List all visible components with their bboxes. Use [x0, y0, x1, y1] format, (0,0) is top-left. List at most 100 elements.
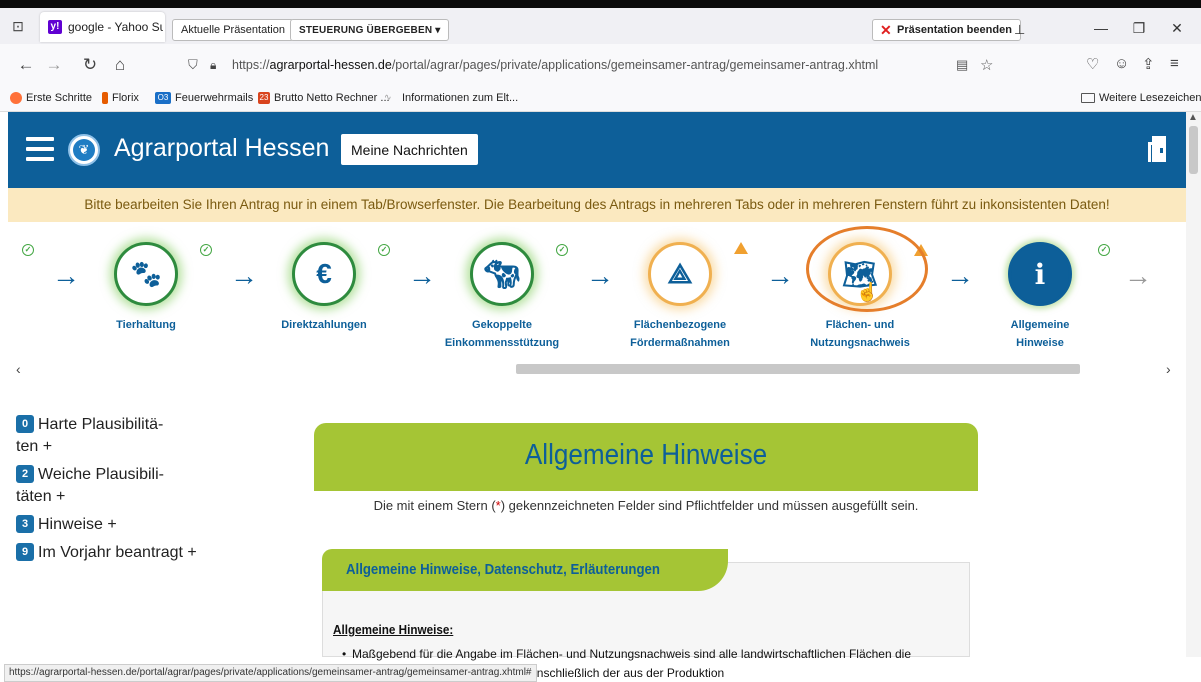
- sidebar-item-hinweise[interactable]: 3 Hinweise +: [16, 514, 246, 536]
- portal-header: ❦ Agrarportal Hessen Meine Nachrichten: [8, 112, 1186, 188]
- folder-icon: [1081, 93, 1095, 103]
- info-icon: i: [1034, 257, 1046, 291]
- tab-list-icon[interactable]: ⊡: [9, 17, 27, 35]
- paw-icon: 🐾︎: [128, 258, 164, 290]
- stepper-horizontal-scrollbar[interactable]: ‹ ›: [8, 358, 1186, 380]
- pin-icon[interactable]: ⊥: [1014, 22, 1025, 38]
- step-label-flaechen-nutzungsnachweis[interactable]: Flächen- und Nutzungsnachweis: [780, 316, 940, 352]
- step-arrow-icon: →: [52, 260, 80, 291]
- step-label-allgemeine-hinweise[interactable]: Allgemeine Hinweise: [960, 316, 1120, 352]
- portal-title[interactable]: Agrarportal Hessen: [114, 134, 329, 163]
- pocket-icon[interactable]: ♡: [1086, 55, 1099, 73]
- count-badge: 0: [16, 415, 34, 433]
- bookmark-florix[interactable]: Florix: [102, 92, 139, 104]
- sidebar-item-harte-plausibilitaeten[interactable]: 0 Harte Plausibilitä- ten +: [16, 414, 246, 458]
- my-messages-button[interactable]: Meine Nachrichten: [341, 134, 478, 165]
- step-direktzahlungen[interactable]: €: [292, 242, 356, 306]
- required-fields-note: Die mit einem Stern (*) gekennzeichneten…: [373, 498, 919, 513]
- scroll-right-icon[interactable]: ›: [1166, 361, 1171, 377]
- vertical-scroll-thumb[interactable]: [1189, 126, 1198, 174]
- menu-hamburger-icon[interactable]: [26, 137, 54, 161]
- calculator-icon: 23: [258, 92, 270, 104]
- reader-view-icon[interactable]: ▤: [956, 57, 968, 73]
- sidebar-item-vorjahr-beantragt[interactable]: 9 Im Vorjahr beantragt +: [16, 542, 246, 564]
- step-complete-check-icon: ✓: [378, 244, 390, 256]
- hamburger-menu-icon[interactable]: ≡: [1170, 55, 1179, 72]
- step-arrow-icon: →: [230, 260, 258, 291]
- count-badge: 3: [16, 515, 34, 533]
- bookmark-brutto-netto[interactable]: 23 Brutto Netto Rechner ...: [258, 92, 390, 104]
- step-complete-check-icon: ✓: [200, 244, 212, 256]
- end-presentation-button[interactable]: ✕ Präsentation beenden: [872, 19, 1021, 41]
- url-prefix: https://: [232, 58, 270, 72]
- sidebar-item-weiche-plausibilitaeten[interactable]: 2 Weiche Plausibili- täten +: [16, 464, 246, 508]
- back-arrow-icon[interactable]: ←: [16, 55, 36, 75]
- step-label-tierhaltung[interactable]: Tierhaltung: [66, 316, 226, 334]
- logout-door-icon[interactable]: [1148, 136, 1168, 162]
- step-arrow-icon: →: [766, 260, 794, 291]
- screen-top-border: [0, 0, 1201, 8]
- close-window-icon[interactable]: ✕: [1162, 20, 1192, 40]
- scroll-up-icon[interactable]: ▲: [1188, 112, 1198, 123]
- forward-arrow-icon[interactable]: →: [44, 55, 64, 75]
- bookmark-star-icon[interactable]: ☆: [980, 56, 993, 74]
- step-gekoppelte[interactable]: 🐄︎: [470, 242, 534, 306]
- url-host: agrarportal-hessen.de: [269, 58, 392, 72]
- count-badge: 2: [16, 465, 34, 483]
- account-icon[interactable]: ☺: [1114, 55, 1129, 72]
- section-header-tab[interactable]: Allgemeine Hinweise, Datenschutz, Erläut…: [322, 549, 728, 591]
- scroll-left-icon[interactable]: ‹: [16, 361, 21, 377]
- home-icon[interactable]: ⌂: [110, 55, 130, 75]
- section-subheading: Allgemeine Hinweise:: [333, 622, 454, 637]
- current-presentation-label[interactable]: Aktuelle Präsentation: [172, 19, 294, 41]
- cattle-icon: 🐄︎: [484, 258, 520, 290]
- url-path: /portal/agrar/pages/private/applications…: [391, 58, 879, 72]
- bookmark-informationen[interactable]: ∿ Informationen zum Elt...: [384, 92, 518, 104]
- euro-icon: €: [316, 258, 332, 289]
- hand-cursor-icon: ☝: [856, 282, 879, 302]
- tracking-shield-icon[interactable]: ⛉: [188, 57, 204, 73]
- firefox-icon: [10, 92, 22, 104]
- step-flaechenbezogene[interactable]: ⟁: [648, 242, 712, 306]
- close-x-icon: ✕: [880, 22, 892, 38]
- step-arrow-icon: →: [586, 260, 614, 291]
- info-wave-icon: ∿: [384, 92, 392, 102]
- step-arrow-icon: →: [408, 260, 436, 291]
- step-arrow-icon: →: [946, 260, 974, 291]
- bullet-item: Maßgebend für die Angabe im Flächen- und…: [342, 644, 964, 664]
- link-status-bar: https://agrarportal-hessen.de/portal/agr…: [4, 664, 537, 682]
- step-label-gekoppelte[interactable]: Gekoppelte Einkommensstützung: [422, 316, 582, 352]
- step-allgemeine-hinweise[interactable]: i: [1008, 242, 1072, 306]
- tab-title: google - Yahoo Suche: [68, 20, 163, 34]
- reload-icon[interactable]: ↻: [80, 55, 100, 75]
- plausibility-sidebar: 0 Harte Plausibilitä- ten + 2 Weiche Plaus…: [16, 414, 246, 570]
- lock-icon[interactable]: 🔒︎: [210, 58, 224, 73]
- extensions-icon[interactable]: ⇪: [1142, 55, 1155, 73]
- section-title: Allgemeine Hinweise, Datenschutz, Erläut…: [346, 561, 660, 578]
- agrarportal-logo-icon[interactable]: ❦: [68, 134, 100, 166]
- browser-nav-bar: ← → ↻ ⌂ ⛉ 🔒︎ https:// agrarportal-hessen…: [0, 44, 1201, 86]
- mail-icon: O3: [155, 92, 171, 104]
- page-title-banner: Allgemeine Hinweise: [314, 423, 978, 491]
- bookmark-more-folder[interactable]: Weitere Lesezeichen: [1081, 92, 1201, 104]
- page-title: Allgemeine Hinweise: [524, 439, 768, 471]
- scroll-thumb[interactable]: [516, 364, 1080, 374]
- page-vertical-scrollbar[interactable]: ▲: [1186, 112, 1201, 657]
- bookmark-erste-schritte[interactable]: Erste Schritte: [10, 92, 92, 104]
- yahoo-favicon-icon: y!: [48, 20, 62, 34]
- browser-tab-bar: ⊡ y! google - Yahoo Suche Aktuelle Präse…: [0, 8, 1201, 44]
- bookmark-feuerwehrmails[interactable]: O3 Feuerwehrmails: [155, 92, 253, 104]
- end-presentation-label: Präsentation beenden: [897, 24, 1012, 36]
- step-tierhaltung[interactable]: 🐾︎: [114, 242, 178, 306]
- florix-icon: [102, 92, 108, 104]
- step-label-flaechenbezogene[interactable]: Flächenbezogene Fördermaßnahmen: [600, 316, 760, 352]
- bookmarks-toolbar: Erste Schritte Florix O3 Feuerwehrmails …: [0, 86, 1201, 112]
- restore-window-icon[interactable]: ❐: [1124, 20, 1154, 40]
- minimize-icon[interactable]: —: [1086, 20, 1116, 40]
- handover-control-button[interactable]: STEUERUNG ÜBERGEBEN ▾: [290, 19, 450, 41]
- single-tab-warning: Bitte bearbeiten Sie Ihren Antrag nur in…: [8, 188, 1186, 222]
- step-label-direktzahlungen[interactable]: Direktzahlungen: [244, 316, 404, 334]
- application-stepper: ✓ → 🐾︎ Tierhaltung ✓ → € Direktzahlungen…: [8, 222, 1186, 358]
- url-bar[interactable]: ⛉ 🔒︎ https:// agrarportal-hessen.de /por…: [188, 50, 993, 80]
- browser-tab-yahoo[interactable]: y! google - Yahoo Suche: [40, 12, 165, 42]
